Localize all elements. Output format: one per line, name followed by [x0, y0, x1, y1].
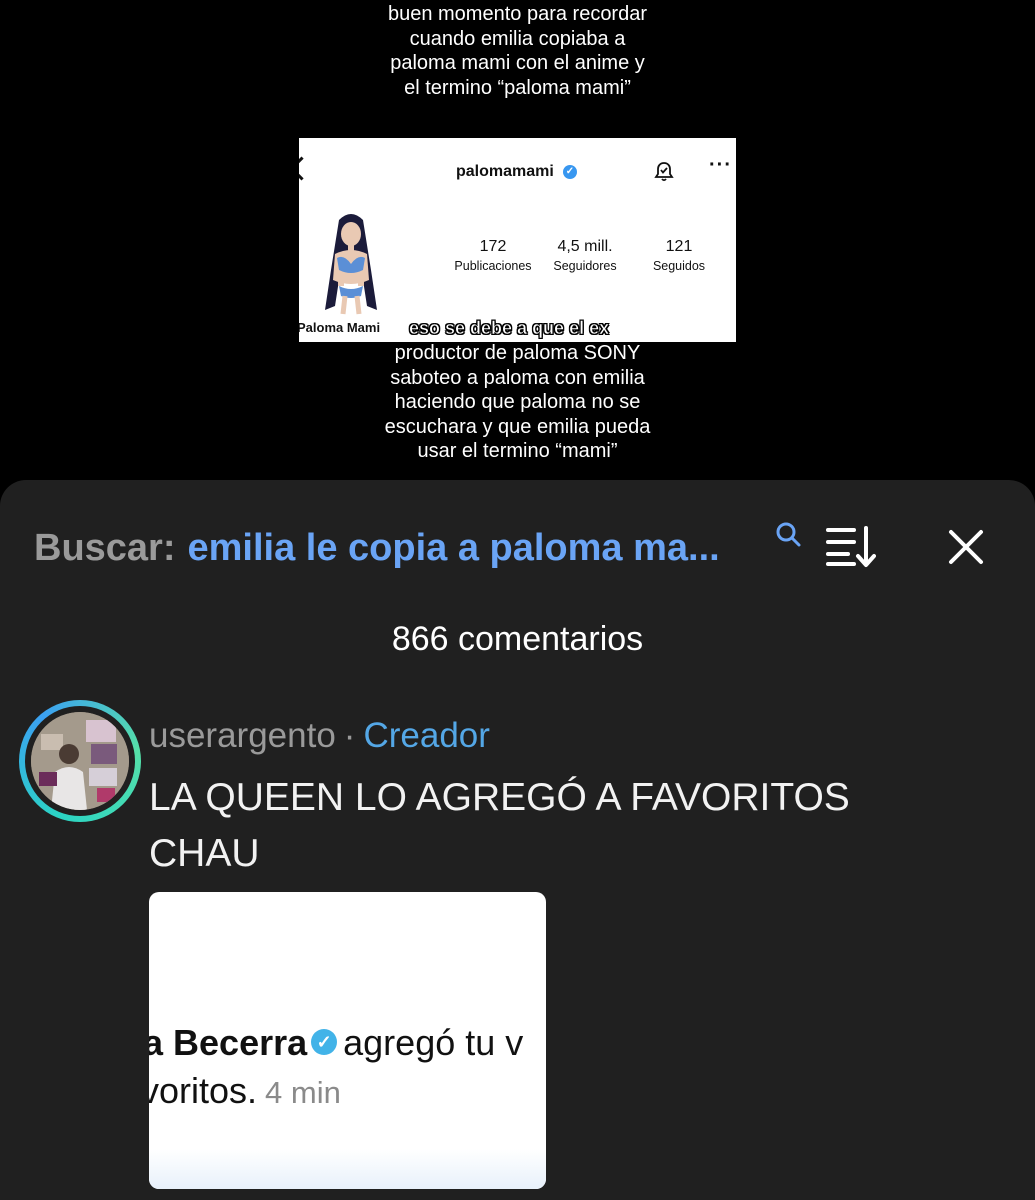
- comment-count: 866 comentarios: [391, 620, 644, 658]
- profile-username: palomamami: [456, 163, 554, 180]
- comment-text: LA QUEEN LO AGREGÓ A FAVORITOS CHAU: [149, 776, 850, 875]
- comments-sheet: Buscar: emilia le copia a paloma ma... 8…: [0, 480, 1035, 1200]
- attachment-time: 4 min: [265, 1075, 341, 1110]
- caption-line: escuchara y que emilia pueda: [384, 415, 651, 438]
- back-arrow-icon: [299, 156, 314, 181]
- stat-value: 172: [479, 238, 507, 255]
- separator-dot: ·: [343, 716, 356, 755]
- search-prefix-label: Buscar:: [34, 526, 176, 569]
- caption-line: buen momento para recordar: [387, 3, 648, 25]
- stat-label: Publicaciones: [454, 259, 532, 273]
- caption-line: saboteo a paloma con emilia: [390, 366, 645, 389]
- verified-badge-icon: ✓: [311, 1029, 338, 1056]
- caption-line: productor de paloma SONY: [394, 342, 641, 364]
- stat-label: Seguidores: [553, 259, 617, 273]
- video-frame[interactable]: buen momento para recordar cuando emilia…: [0, 0, 1035, 490]
- stat-following: 121 Seguidos: [639, 238, 719, 273]
- profile-display-name: Paloma Mami: [299, 320, 381, 335]
- video-caption-bottom: productor de paloma SONY saboteo a palom…: [0, 341, 1035, 464]
- anime-avatar-image: [325, 214, 377, 315]
- caption-line: haciendo que paloma no se: [394, 391, 641, 413]
- caption-line: usar el termino “mami”: [417, 440, 618, 462]
- attachment-bottom-fade: [149, 1149, 546, 1189]
- comment-header: userargento · Creador: [149, 716, 490, 756]
- search-bar[interactable]: Buscar: emilia le copia a paloma ma...: [34, 523, 720, 573]
- search-icon[interactable]: [774, 520, 802, 548]
- attachment-line-1: a Becerra ✓ agregó tu v: [149, 1022, 523, 1064]
- avatar[interactable]: [19, 700, 141, 822]
- video-overlay-text: eso se debe a que el ex: [409, 318, 610, 339]
- video-caption-top: buen momento para recordar cuando emilia…: [0, 2, 1035, 100]
- caption-line: el termino “paloma mami”: [404, 76, 631, 99]
- verified-badge-icon: ✓: [563, 165, 577, 179]
- sort-icon[interactable]: [824, 524, 876, 568]
- search-query-link[interactable]: emilia le copia a paloma ma...: [188, 527, 720, 570]
- instagram-profile-screenshot: palomamami ✓ ··· 172 Publicaciones 4,5 m…: [299, 138, 736, 342]
- notification-bell-icon: [654, 162, 674, 182]
- attachment-line-2-text: voritos.: [149, 1070, 258, 1111]
- creator-badge: Creador: [363, 716, 490, 755]
- stat-followers: 4,5 mill. Seguidores: [545, 238, 625, 273]
- attachment-action: agregó tu v: [343, 1022, 524, 1063]
- comment-image-attachment[interactable]: a Becerra ✓ agregó tu v voritos. 4 min: [149, 892, 546, 1189]
- comment-username[interactable]: userargento: [149, 716, 336, 755]
- avatar-photo: [31, 712, 129, 810]
- caption-line: cuando emilia copiaba a: [409, 27, 626, 50]
- stat-value: 4,5 mill.: [557, 238, 613, 255]
- attachment-line-2: voritos. 4 min: [149, 1070, 341, 1112]
- caption-line: paloma mami con el anime y: [390, 52, 645, 74]
- stat-value: 121: [665, 238, 693, 255]
- stat-label: Seguidos: [652, 259, 706, 273]
- close-icon[interactable]: [945, 526, 987, 568]
- attachment-name: a Becerra: [149, 1022, 308, 1063]
- more-options-icon: ···: [709, 154, 732, 176]
- stat-posts: 172 Publicaciones: [447, 238, 539, 273]
